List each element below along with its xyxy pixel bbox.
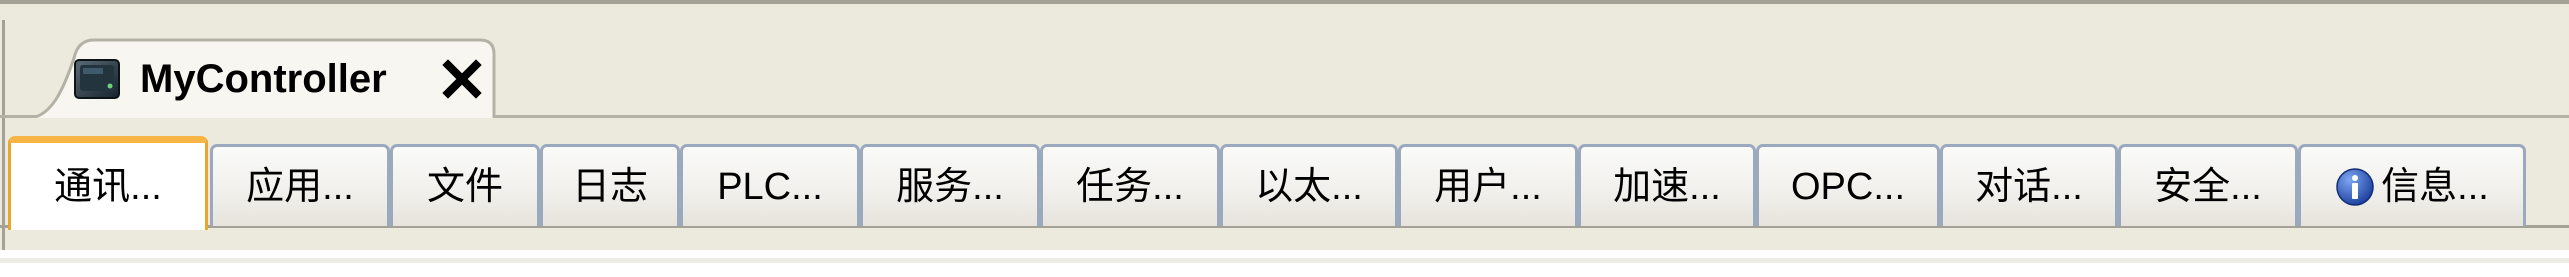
tab-users[interactable]: 用户...: [1398, 144, 1578, 226]
controller-device-icon: [74, 59, 120, 99]
document-tab-title: MyController: [140, 57, 387, 101]
tab-label: OPC...: [1790, 165, 1906, 208]
tab-label: 以太...: [1255, 165, 1363, 208]
tab-label: 日志: [571, 165, 648, 208]
close-icon[interactable]: [442, 59, 482, 99]
tab-files[interactable]: 文件: [390, 144, 540, 226]
info-icon: [2336, 167, 2374, 206]
tab-label: 文件: [426, 165, 503, 208]
tab-services[interactable]: 服务...: [860, 144, 1040, 226]
tab-label: 用户...: [1434, 165, 1542, 208]
tab-label: PLC...: [717, 165, 823, 208]
tab-label: 加速...: [1613, 165, 1721, 208]
tab-label: 安全...: [2154, 165, 2262, 208]
tab-security[interactable]: 安全...: [2118, 144, 2298, 226]
tab-information[interactable]: 信息...: [2298, 144, 2526, 226]
tab-label: 对话...: [1975, 165, 2083, 208]
tab-label: 信息...: [2381, 165, 2489, 208]
document-tab[interactable]: MyController: [30, 38, 496, 118]
tab-plc[interactable]: PLC...: [680, 144, 860, 226]
tab-label: 应用...: [246, 165, 354, 208]
tab-acceleration[interactable]: 加速...: [1578, 144, 1756, 226]
tab-label: 任务...: [1076, 165, 1184, 208]
tab-label: 通讯...: [54, 165, 162, 208]
tab-opc[interactable]: OPC...: [1756, 144, 1940, 226]
document-tab-bar: MyController: [0, 0, 2569, 118]
tab-tasks[interactable]: 任务...: [1040, 144, 1220, 226]
content-top-edge: [0, 258, 2569, 263]
tab-label: 服务...: [896, 165, 1004, 208]
tab-application[interactable]: 应用...: [210, 144, 390, 226]
tab-ethernet[interactable]: 以太...: [1220, 144, 1398, 226]
tab-communication[interactable]: 通讯...: [8, 136, 208, 230]
tab-log[interactable]: 日志: [540, 144, 680, 226]
tab-dialog[interactable]: 对话...: [1940, 144, 2118, 226]
